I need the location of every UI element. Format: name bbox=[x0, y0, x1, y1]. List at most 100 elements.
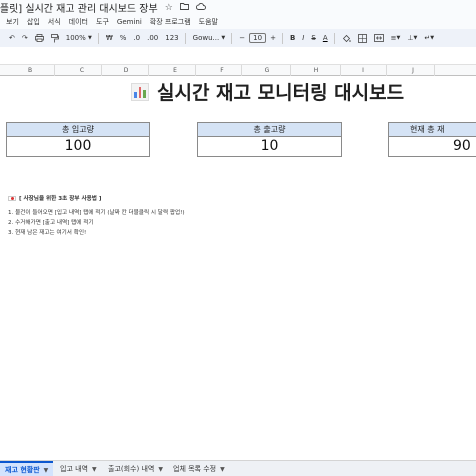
chevron-down-icon: ▼ bbox=[430, 35, 435, 41]
tab-label: 입고 내역 bbox=[60, 464, 88, 473]
bold-label: B bbox=[289, 34, 296, 42]
column-header-h[interactable]: H bbox=[311, 67, 321, 74]
card-total-inbound[interactable]: 총 입고량 100 bbox=[6, 122, 150, 157]
usage-guide-line: 1. 물건이 들어오면 [입고 내역] 탭에 적기 (날짜 칸 더블클릭 시 달… bbox=[8, 210, 185, 216]
chevron-down-icon[interactable]: ▼ bbox=[44, 463, 49, 476]
column-header-g[interactable]: G bbox=[262, 67, 272, 74]
undo-icon[interactable]: ↶ bbox=[9, 34, 15, 42]
chevron-down-icon[interactable]: ▼ bbox=[92, 462, 97, 476]
card-value: 100 bbox=[64, 138, 92, 154]
toolbar: ↶ ↷ 100% ▼ ₩ % .0 .00 123 Gowu... ▼ − 10… bbox=[0, 29, 476, 47]
menu-gemini[interactable]: Gemini bbox=[117, 18, 142, 26]
column-divider bbox=[434, 65, 435, 76]
chevron-down-icon: ▼ bbox=[413, 35, 418, 41]
increase-decimal-button[interactable]: .00 bbox=[147, 34, 158, 42]
zoom-select[interactable]: 100% ▼ bbox=[66, 34, 92, 42]
tab-inbound-log[interactable]: 입고 내역 ▼ bbox=[60, 461, 97, 476]
card-value: 10 bbox=[260, 138, 279, 154]
title-bar: [플릿] 실시간 재고 관리 대시보드 장부 ☆ bbox=[0, 0, 476, 15]
vertical-align-icon[interactable]: ⊥ ▼ bbox=[407, 34, 417, 42]
card-current-stock[interactable]: 현재 총 재 90 bbox=[388, 122, 476, 157]
font-size-input[interactable]: 10 bbox=[249, 33, 267, 43]
menu-format[interactable]: 서식 bbox=[48, 17, 61, 27]
currency-format-button[interactable]: ₩ bbox=[106, 34, 113, 42]
decrease-decimal-button[interactable]: .0 bbox=[133, 34, 140, 42]
chevron-down-icon[interactable]: ▼ bbox=[220, 462, 225, 476]
menu-data[interactable]: 데이터 bbox=[69, 17, 88, 27]
font-size-decrease-button[interactable]: − bbox=[239, 34, 245, 42]
column-header-e[interactable]: E bbox=[170, 67, 180, 74]
usage-guide-title-text: [ 사장님을 위한 3초 장부 사용법 ] bbox=[19, 196, 102, 202]
formula-bar[interactable] bbox=[0, 47, 476, 65]
menu-insert[interactable]: 삽입 bbox=[27, 17, 40, 27]
card-total-outbound[interactable]: 총 출고량 10 bbox=[197, 122, 342, 157]
card-label: 총 출고량 bbox=[198, 123, 341, 137]
dashboard-title-text: 실시간 재고 모니터링 대시보드 bbox=[157, 82, 405, 104]
usage-guide: [ 사장님을 위한 3초 장부 사용법 ] 1. 물건이 들어오면 [입고 내역… bbox=[5, 194, 245, 238]
font-select[interactable]: Gowu... ▼ bbox=[193, 34, 226, 42]
borders-icon[interactable] bbox=[357, 33, 367, 43]
paint-format-icon[interactable] bbox=[50, 33, 59, 43]
percent-format-button[interactable]: % bbox=[120, 34, 127, 42]
strikethrough-label: S bbox=[311, 34, 316, 42]
toolbar-divider bbox=[333, 32, 335, 44]
column-header-f[interactable]: F bbox=[217, 67, 227, 74]
usage-guide-line: 3. 현재 남은 재고는 여기서 확인! bbox=[8, 230, 87, 236]
text-color-button[interactable]: A bbox=[323, 34, 328, 42]
chevron-down-icon[interactable]: ▼ bbox=[158, 462, 163, 476]
print-icon[interactable] bbox=[34, 34, 44, 42]
zoom-value: 100% bbox=[65, 34, 86, 42]
card-label: 총 입고량 bbox=[7, 123, 149, 137]
menu-bar: 보기 삽입 서식 데이터 도구 Gemini 확장 프로그램 도움말 bbox=[0, 15, 476, 28]
menu-tools[interactable]: 도구 bbox=[96, 17, 109, 27]
font-size-increase-button[interactable]: + bbox=[270, 34, 276, 42]
column-header-b[interactable]: B bbox=[25, 67, 35, 74]
fill-color-icon[interactable] bbox=[342, 34, 351, 43]
column-divider bbox=[195, 65, 196, 76]
column-header-j[interactable]: J bbox=[408, 67, 418, 74]
tab-label: 출고(회수) 내역 bbox=[108, 464, 155, 473]
column-divider bbox=[340, 65, 341, 76]
chevron-down-icon: ▼ bbox=[88, 35, 92, 41]
menu-extensions[interactable]: 확장 프로그램 bbox=[150, 17, 191, 27]
merge-cells-icon[interactable] bbox=[373, 34, 384, 42]
column-divider bbox=[386, 65, 387, 76]
usage-guide-title: [ 사장님을 위한 3초 장부 사용법 ] bbox=[8, 194, 245, 204]
tab-label: 재고 현황판 bbox=[5, 465, 40, 474]
text-wrap-icon[interactable]: ↵ ▼ bbox=[424, 34, 434, 42]
chevron-down-icon: ▼ bbox=[396, 35, 401, 41]
menu-view[interactable]: 보기 bbox=[6, 17, 19, 27]
redo-icon[interactable]: ↷ bbox=[22, 34, 28, 42]
bold-button[interactable]: B bbox=[290, 34, 295, 42]
number-format-button[interactable]: 123 bbox=[165, 34, 178, 42]
card-value: 90 bbox=[453, 138, 471, 154]
document-title[interactable]: [플릿] 실시간 재고 관리 대시보드 장부 bbox=[0, 0, 158, 15]
column-divider bbox=[148, 65, 149, 76]
column-header-d[interactable]: D bbox=[121, 67, 131, 74]
column-divider bbox=[290, 65, 291, 76]
cloud-status-icon[interactable] bbox=[195, 2, 206, 13]
italic-button[interactable]: I bbox=[302, 34, 304, 42]
flag-icon bbox=[8, 196, 16, 201]
dashboard-title: 실시간 재고 모니터링 대시보드 bbox=[131, 78, 404, 105]
column-header-c[interactable]: C bbox=[77, 67, 87, 74]
tab-outbound-log[interactable]: 출고(회수) 내역 ▼ bbox=[108, 461, 163, 476]
font-value: Gowu... bbox=[192, 34, 220, 42]
strikethrough-button[interactable]: S bbox=[311, 34, 315, 42]
toolbar-divider bbox=[231, 32, 233, 44]
spreadsheet-window: [플릿] 실시간 재고 관리 대시보드 장부 ☆ 보기 삽입 서식 데이터 도구… bbox=[0, 0, 476, 476]
star-icon[interactable]: ☆ bbox=[165, 3, 173, 13]
tab-inventory-status[interactable]: 재고 현황판 ▼ bbox=[0, 461, 54, 476]
move-to-folder-icon[interactable] bbox=[179, 2, 189, 13]
toolbar-divider bbox=[281, 32, 283, 44]
card-label: 현재 총 재 bbox=[389, 123, 476, 137]
horizontal-align-icon[interactable]: ≡ ▼ bbox=[391, 34, 401, 42]
column-divider bbox=[101, 65, 102, 76]
column-header-i[interactable]: I bbox=[358, 67, 368, 74]
column-divider bbox=[54, 65, 55, 76]
tab-vendor-list[interactable]: 업체 목록 수정 ▼ bbox=[173, 461, 225, 476]
usage-guide-line: 2. 수거해가면 [출고 내역] 탭에 적기 bbox=[8, 220, 94, 226]
column-header: B C D E F G H I J bbox=[0, 65, 476, 76]
menu-help[interactable]: 도움말 bbox=[199, 17, 218, 27]
chevron-down-icon: ▼ bbox=[221, 35, 226, 41]
